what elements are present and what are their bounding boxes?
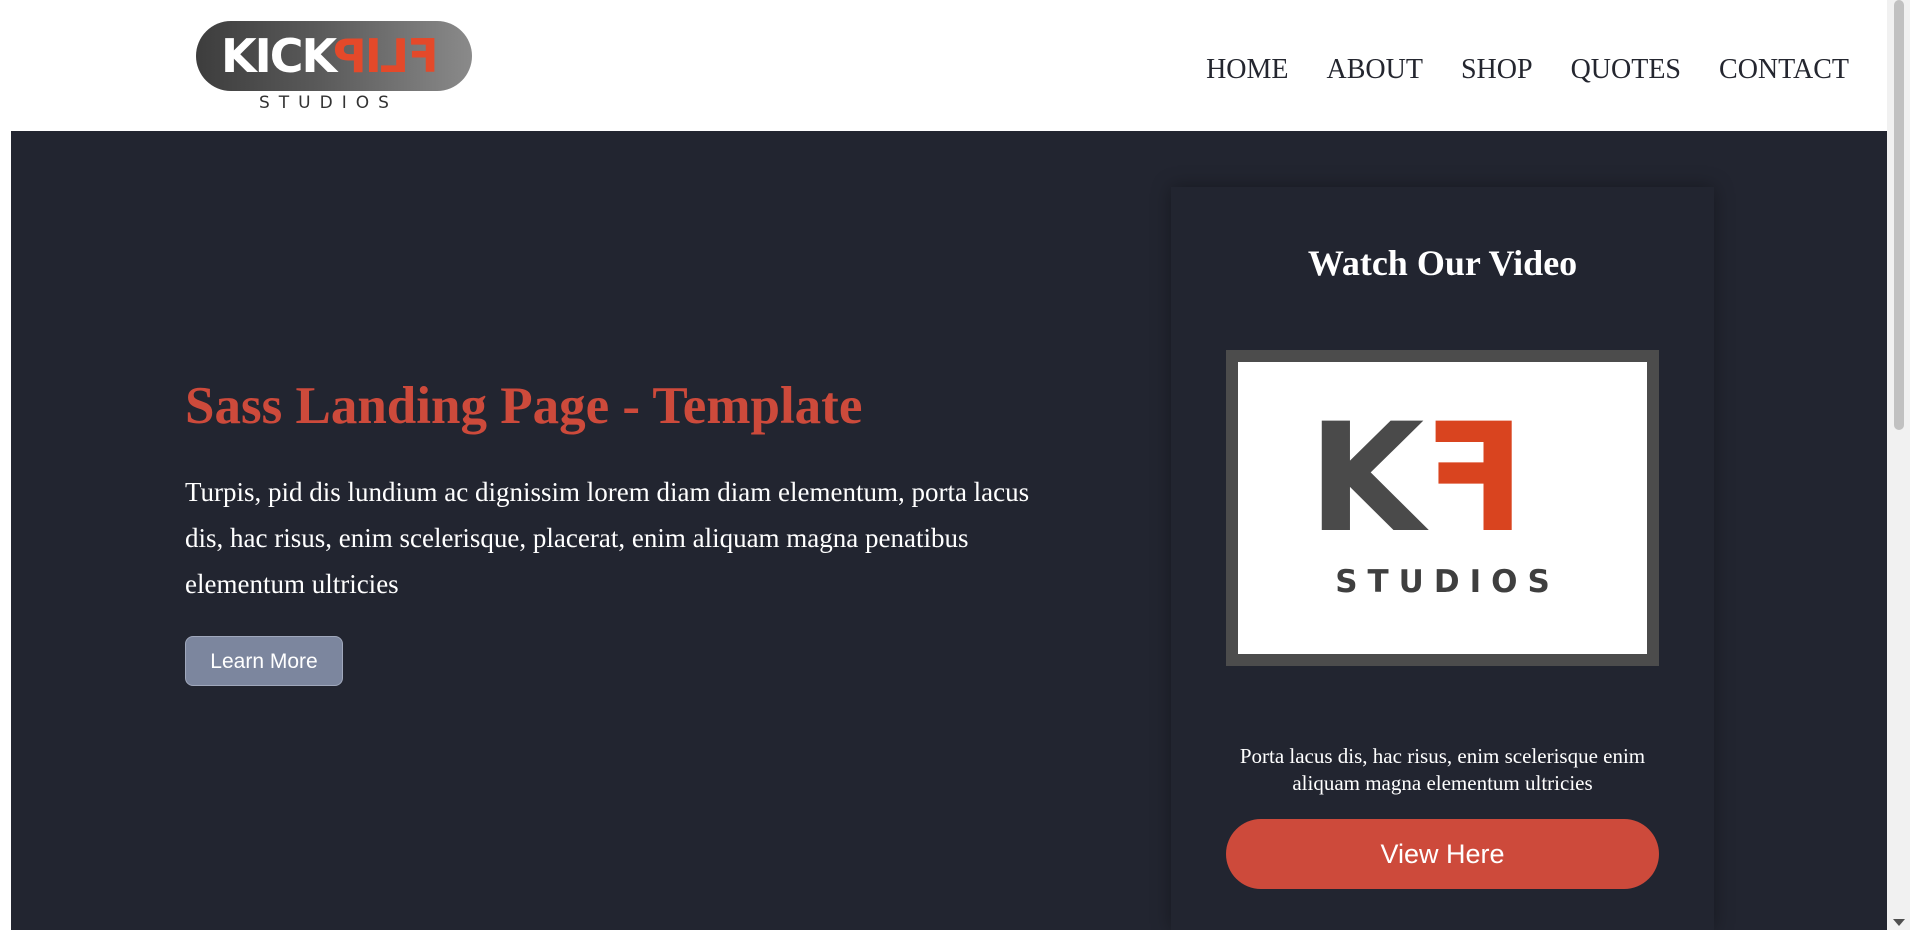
scroll-down-arrow-icon[interactable] (1893, 919, 1905, 926)
kf-logo-subtitle: STUDIOS (1335, 564, 1560, 600)
page-scrollbar[interactable] (1887, 0, 1910, 930)
kf-logo-k: K (1308, 392, 1425, 566)
main-nav: HOME ABOUT SHOP QUOTES CONTACT (1206, 54, 1849, 86)
hero-section: Sass Landing Page - Template Turpis, pid… (11, 131, 1887, 930)
hero-title: Sass Landing Page - Template (185, 377, 863, 435)
kickflip-logo[interactable]: KICK FLIP STUDIOS (185, 21, 472, 117)
nav-contact[interactable]: CONTACT (1719, 54, 1849, 86)
nav-shop[interactable]: SHOP (1461, 54, 1533, 86)
logo-word-kick: KICK (221, 29, 337, 83)
nav-about[interactable]: ABOUT (1327, 54, 1423, 86)
video-card-description: Porta lacus dis, hac risus, enim sceleri… (1239, 744, 1646, 795)
view-here-button[interactable]: View Here (1226, 819, 1659, 889)
video-thumbnail[interactable]: K F STUDIOS (1226, 350, 1659, 666)
logo-subtitle: STUDIOS (259, 93, 398, 113)
kf-logo-f: F (1423, 392, 1526, 566)
kf-studios-logo: K F STUDIOS (1238, 362, 1647, 654)
logo-word-flip: FLIP (335, 29, 439, 83)
site-header: KICK FLIP STUDIOS HOME ABOUT SHOP QUOTES… (11, 0, 1887, 131)
video-card-title: Watch Our Video (1307, 243, 1578, 283)
learn-more-button[interactable]: Learn More (185, 636, 343, 686)
scrollbar-thumb[interactable] (1894, 0, 1904, 430)
hero-description: Turpis, pid dis lundium ac dignissim lor… (185, 477, 1030, 599)
video-card: Watch Our Video K F STUDIOS Porta lacus … (1171, 187, 1714, 930)
nav-quotes[interactable]: QUOTES (1571, 54, 1681, 86)
nav-home[interactable]: HOME (1206, 54, 1288, 86)
